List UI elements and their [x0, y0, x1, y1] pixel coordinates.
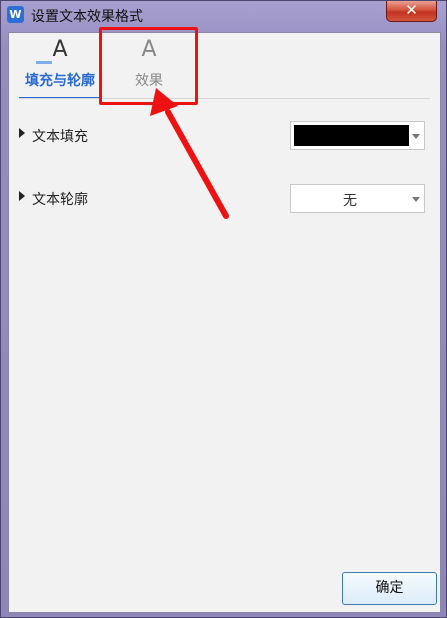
- tab-effect-label: 效果: [135, 73, 163, 89]
- close-icon: ✕: [405, 1, 418, 19]
- text-fill-row: 文本填充: [19, 121, 427, 151]
- wps-writer-icon: W: [7, 6, 24, 23]
- ok-button[interactable]: 确定: [342, 572, 437, 605]
- dialog-window: W 设置文本效果格式 ✕ A 填充与轮廓 A 效果 文本填充 文本轮廓 无 确定: [0, 0, 447, 618]
- chevron-down-icon: [412, 197, 420, 202]
- text-fill-icon-underline: [36, 61, 52, 64]
- chevron-down-icon: [412, 134, 420, 139]
- tab-fill-and-outline[interactable]: A 填充与轮廓: [19, 33, 101, 99]
- text-outline-value: 无: [343, 193, 357, 209]
- text-effect-icon: A: [141, 37, 157, 62]
- dialog-content: A 填充与轮廓 A 效果 文本填充 文本轮廓 无 确定: [8, 32, 441, 613]
- expand-arrow-icon[interactable]: [19, 128, 25, 138]
- title-bar[interactable]: W 设置文本效果格式 ✕: [1, 1, 446, 29]
- text-outline-label[interactable]: 文本轮廓: [32, 189, 88, 209]
- text-outline-dropdown[interactable]: 无: [290, 184, 425, 213]
- tab-effect[interactable]: A 效果: [108, 33, 190, 99]
- tab-fill-label: 填充与轮廓: [25, 73, 95, 89]
- tab-divider: [19, 98, 430, 99]
- text-fill-label[interactable]: 文本填充: [32, 126, 88, 146]
- dialog-title: 设置文本效果格式: [31, 9, 143, 25]
- text-fill-color-dropdown[interactable]: [290, 121, 425, 150]
- text-outline-row: 文本轮廓 无: [19, 184, 427, 214]
- expand-arrow-icon[interactable]: [19, 191, 25, 201]
- text-fill-icon: A: [52, 37, 68, 62]
- close-button[interactable]: ✕: [386, 1, 437, 22]
- color-swatch: [294, 125, 409, 146]
